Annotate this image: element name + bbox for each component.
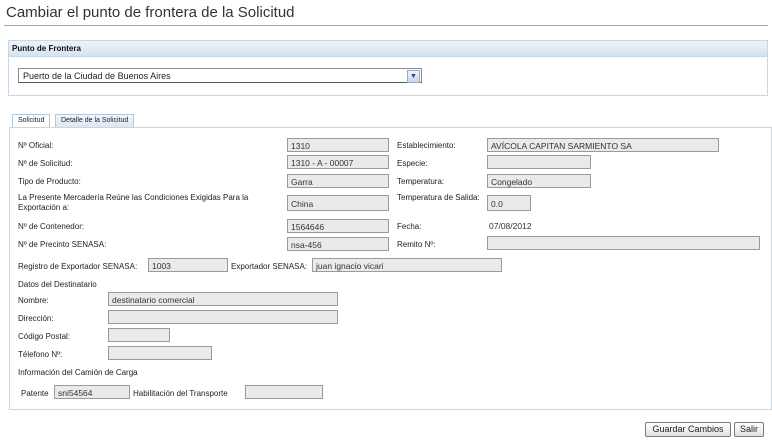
- exit-button[interactable]: Salir: [734, 422, 764, 437]
- title-divider: [4, 25, 768, 26]
- precinto-label: Nº de Precinto SENASA:: [18, 240, 107, 249]
- oficial-field[interactable]: 1310: [287, 138, 389, 152]
- fecha-label: Fecha:: [397, 222, 422, 231]
- tipo-producto-label: Tipo de Producto:: [18, 177, 81, 186]
- solicitud-label: Nº de Solicitud:: [18, 159, 73, 168]
- fecha-value: 07/08/2012: [489, 221, 532, 231]
- remito-label: Remito Nº:: [397, 240, 436, 249]
- nombre-label: Nombre:: [18, 296, 49, 305]
- remito-field[interactable]: [487, 236, 760, 250]
- habilitacion-label: Habilitación del Transporte: [133, 389, 228, 398]
- frontera-panel: Punto de Frontera Puerto de la Ciudad de…: [8, 40, 768, 96]
- camion-section-title: Información del Camión de Carga: [18, 368, 138, 377]
- telefono-field[interactable]: [108, 346, 212, 360]
- patente-label: Patente: [21, 389, 49, 398]
- tab-detalle-solicitud[interactable]: Detalle de la Solicitud: [55, 114, 135, 127]
- chevron-down-icon[interactable]: ▼: [407, 70, 420, 83]
- registro-exportador-label: Registro de Exportador SENASA:: [18, 262, 138, 271]
- temperatura-field[interactable]: Congelado: [487, 174, 591, 188]
- registro-exportador-field[interactable]: 1003: [148, 258, 228, 272]
- especie-label: Especie:: [397, 159, 428, 168]
- solicitud-field[interactable]: 1310 - A - 00007: [287, 155, 389, 169]
- codigo-postal-label: Código Postal:: [18, 332, 71, 341]
- direccion-label: Dirección:: [18, 314, 54, 323]
- patente-field[interactable]: sni54564: [54, 385, 130, 399]
- oficial-label: Nº Oficial:: [18, 141, 54, 150]
- destinatario-section-title: Datos del Destinatario: [18, 280, 97, 289]
- frontera-select-value: Puerto de la Ciudad de Buenos Aires: [23, 71, 171, 81]
- establecimiento-field[interactable]: AVÍCOLA CAPITAN SARMIENTO SA: [487, 138, 719, 152]
- tipo-producto-field[interactable]: Garra: [287, 174, 389, 188]
- especie-field[interactable]: [487, 155, 591, 169]
- habilitacion-field[interactable]: [245, 385, 323, 399]
- precinto-field[interactable]: nsa-456: [287, 237, 389, 251]
- mercaderia-label: La Presente Mercadería Reúne las Condici…: [18, 193, 249, 212]
- contenedor-label: Nº de Contenedor:: [18, 222, 85, 231]
- page-title: Cambiar el punto de frontera de la Solic…: [6, 4, 295, 21]
- codigo-postal-field[interactable]: [108, 328, 170, 342]
- temp-salida-field[interactable]: 0.0: [487, 195, 531, 211]
- exportador-label: Exportador SENASA:: [231, 262, 308, 271]
- mercaderia-field[interactable]: China: [287, 195, 389, 211]
- frontera-select[interactable]: Puerto de la Ciudad de Buenos Aires ▼: [18, 68, 422, 83]
- temp-salida-label: Temperatura de Salida:: [397, 193, 480, 202]
- frontera-panel-header: Punto de Frontera: [9, 41, 767, 57]
- save-button[interactable]: Guardar Cambios: [645, 422, 731, 437]
- exportador-field[interactable]: juan ignacio vicari: [312, 258, 502, 272]
- contenedor-field[interactable]: 1564646: [287, 219, 389, 233]
- temperatura-label: Temperatura:: [397, 177, 445, 186]
- tab-solicitud[interactable]: Solicitud: [12, 114, 51, 128]
- direccion-field[interactable]: [108, 310, 338, 324]
- establecimiento-label: Establecimiento:: [397, 141, 456, 150]
- telefono-label: Télefono Nº:: [18, 350, 63, 359]
- nombre-field[interactable]: destinatario comercial: [108, 292, 338, 306]
